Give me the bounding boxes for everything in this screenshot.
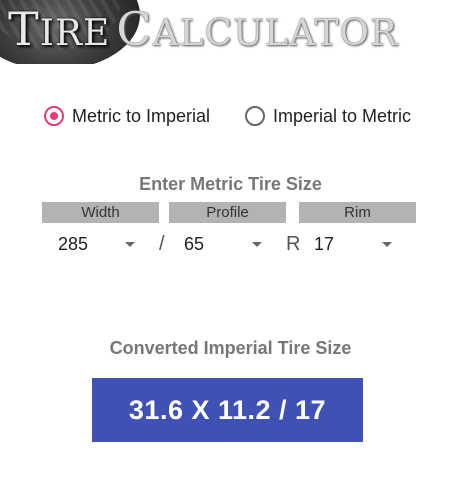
column-header-rim: Rim — [299, 202, 416, 223]
width-select[interactable]: 285 — [58, 230, 143, 258]
chevron-down-icon — [252, 242, 262, 247]
profile-select[interactable]: 65 — [184, 230, 269, 258]
width-select-value: 285 — [58, 233, 89, 254]
rim-select-value: 17 — [314, 233, 335, 254]
chevron-down-icon — [382, 242, 392, 247]
logo-word1-rest: IRE — [39, 13, 111, 54]
radio-selected-icon[interactable] — [44, 106, 64, 126]
result-section-title: Converted Imperial Tire Size — [109, 338, 352, 358]
radio-label-metric-to-imperial: Metric to Imperial — [72, 105, 211, 126]
column-header-width: Width — [42, 202, 159, 223]
column-header-profile: Profile — [169, 202, 286, 223]
chevron-down-icon — [125, 242, 135, 247]
logo-word2-initial: C — [116, 2, 153, 56]
logo-word1-initial: T — [8, 2, 40, 56]
separator-r: R — [286, 233, 301, 255]
profile-select-value: 65 — [184, 233, 205, 254]
separator-slash: / — [159, 233, 165, 255]
converted-size-result: 31.6 X 11.2 / 17 — [92, 378, 363, 442]
radio-label-imperial-to-metric: Imperial to Metric — [273, 105, 412, 126]
radio-unselected-icon[interactable] — [245, 106, 265, 126]
app-header: TIRE CALCULATOR — [0, 0, 461, 64]
app-logo: TIRE CALCULATOR — [8, 2, 398, 62]
rim-select[interactable]: 17 — [314, 230, 399, 258]
radio-metric-to-imperial[interactable]: Metric to Imperial — [44, 101, 210, 131]
input-section-title: Enter Metric Tire Size — [139, 174, 322, 194]
logo-word2-rest: ALCULATOR — [152, 13, 398, 54]
radio-imperial-to-metric[interactable]: Imperial to Metric — [245, 101, 411, 131]
